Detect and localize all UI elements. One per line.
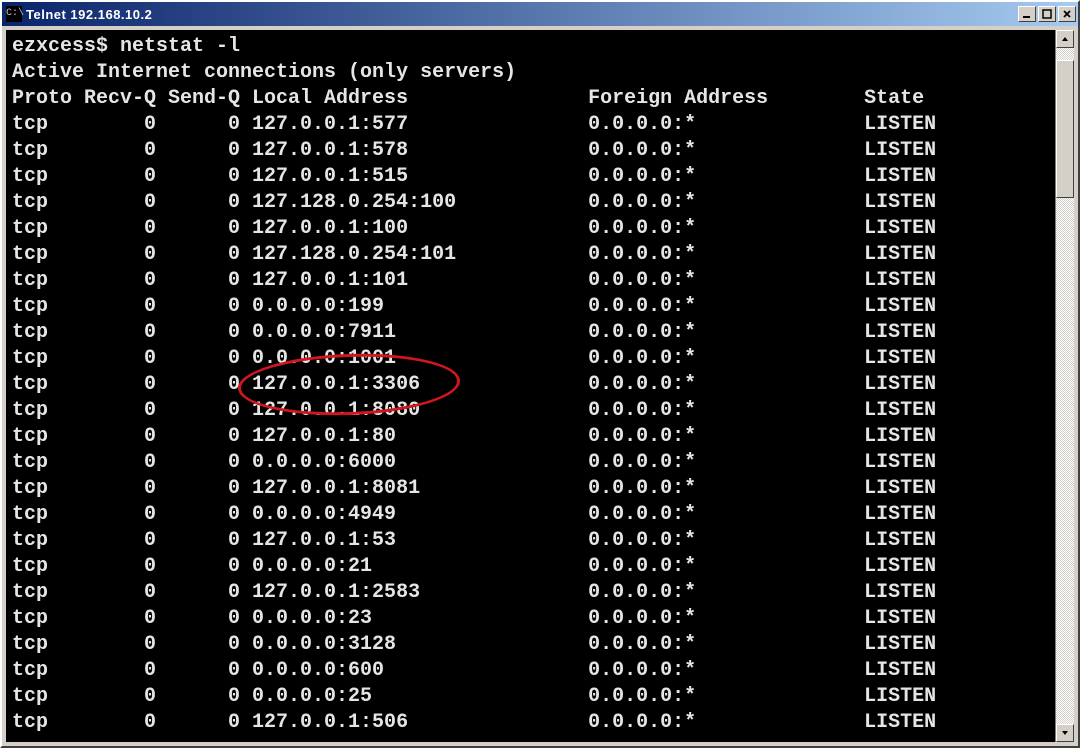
maximize-icon [1042, 9, 1052, 19]
chevron-down-icon [1061, 729, 1069, 737]
netstat-row: tcp 0 0 0.0.0.0:25 0.0.0.0:* LISTEN [12, 684, 1049, 710]
netstat-row: tcp 0 0 0.0.0.0:199 0.0.0.0:* LISTEN [12, 294, 1049, 320]
scroll-down-button[interactable] [1056, 724, 1074, 742]
netstat-row: tcp 0 0 127.128.0.254:101 0.0.0.0:* LIST… [12, 242, 1049, 268]
terminal-column-headers: Proto Recv-Q Send-Q Local Address Foreig… [12, 86, 1049, 112]
netstat-row: tcp 0 0 0.0.0.0:1001 0.0.0.0:* LISTEN [12, 346, 1049, 372]
netstat-row: tcp 0 0 127.0.0.1:515 0.0.0.0:* LISTEN [12, 164, 1049, 190]
close-icon [1062, 9, 1072, 19]
terminal-output[interactable]: ezxcess$ netstat -lActive Internet conne… [6, 30, 1055, 742]
client-area: ezxcess$ netstat -lActive Internet conne… [6, 30, 1074, 742]
close-button[interactable] [1058, 6, 1076, 22]
scroll-track[interactable] [1056, 48, 1074, 724]
netstat-row: tcp 0 0 127.0.0.1:101 0.0.0.0:* LISTEN [12, 268, 1049, 294]
netstat-row: tcp 0 0 127.0.0.1:506 0.0.0.0:* LISTEN [12, 710, 1049, 736]
terminal-command-line: ezxcess$ netstat -l [12, 34, 1049, 60]
netstat-row: tcp 0 0 127.128.0.254:100 0.0.0.0:* LIST… [12, 190, 1049, 216]
netstat-row: tcp 0 0 0.0.0.0:600 0.0.0.0:* LISTEN [12, 658, 1049, 684]
netstat-row: tcp 0 0 0.0.0.0:23 0.0.0.0:* LISTEN [12, 606, 1049, 632]
netstat-row: tcp 0 0 0.0.0.0:6000 0.0.0.0:* LISTEN [12, 450, 1049, 476]
netstat-row: tcp 0 0 127.0.0.1:53 0.0.0.0:* LISTEN [12, 528, 1049, 554]
netstat-row: tcp 0 0 127.0.0.1:2583 0.0.0.0:* LISTEN [12, 580, 1049, 606]
cmd-prompt-icon: C:\ [6, 6, 22, 22]
netstat-row: tcp 0 0 127.0.0.1:80 0.0.0.0:* LISTEN [12, 424, 1049, 450]
netstat-row: tcp 0 0 0.0.0.0:21 0.0.0.0:* LISTEN [12, 554, 1049, 580]
minimize-button[interactable] [1018, 6, 1036, 22]
app-window: C:\ Telnet 192.168.10.2 ezxcess$ netstat… [0, 0, 1080, 748]
window-control-buttons [1018, 6, 1076, 22]
netstat-row: tcp 0 0 0.0.0.0:3128 0.0.0.0:* LISTEN [12, 632, 1049, 658]
maximize-button[interactable] [1038, 6, 1056, 22]
netstat-row: tcp 0 0 127.0.0.1:577 0.0.0.0:* LISTEN [12, 112, 1049, 138]
scroll-up-button[interactable] [1056, 30, 1074, 48]
minimize-icon [1022, 9, 1032, 19]
netstat-row: tcp 0 0 0.0.0.0:4949 0.0.0.0:* LISTEN [12, 502, 1049, 528]
netstat-row: tcp 0 0 127.0.0.1:8081 0.0.0.0:* LISTEN [12, 476, 1049, 502]
titlebar[interactable]: C:\ Telnet 192.168.10.2 [2, 2, 1078, 26]
netstat-row: tcp 0 0 127.0.0.1:8080 0.0.0.0:* LISTEN [12, 398, 1049, 424]
netstat-row: tcp 0 0 127.0.0.1:100 0.0.0.0:* LISTEN [12, 216, 1049, 242]
chevron-up-icon [1061, 35, 1069, 43]
vertical-scrollbar[interactable] [1055, 30, 1074, 742]
netstat-row: tcp 0 0 127.0.0.1:3306 0.0.0.0:* LISTEN [12, 372, 1049, 398]
scroll-thumb[interactable] [1056, 60, 1074, 198]
window-title: Telnet 192.168.10.2 [26, 7, 1018, 22]
netstat-row: tcp 0 0 127.0.0.1:578 0.0.0.0:* LISTEN [12, 138, 1049, 164]
terminal-header-line: Active Internet connections (only server… [12, 60, 1049, 86]
netstat-row: tcp 0 0 0.0.0.0:7911 0.0.0.0:* LISTEN [12, 320, 1049, 346]
